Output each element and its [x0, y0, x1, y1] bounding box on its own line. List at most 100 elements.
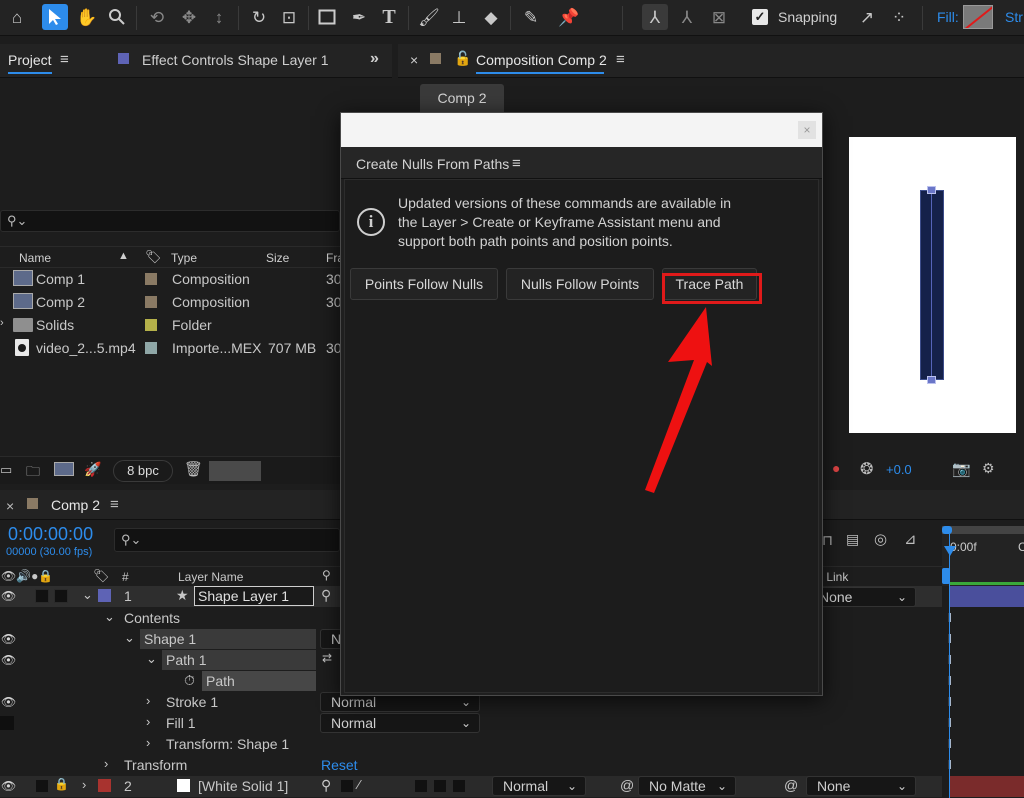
snap-edges-icon[interactable]: ↗: [854, 4, 880, 30]
layer-name[interactable]: [White Solid 1]: [198, 778, 288, 794]
chevron-down-icon[interactable]: ⌄: [104, 609, 115, 625]
anchor-point-tool-icon[interactable]: ⊡: [276, 4, 302, 30]
chevron-right-icon[interactable]: ›: [146, 714, 150, 729]
playhead-handle[interactable]: [944, 546, 956, 556]
project-search-input[interactable]: ⚲⌄: [0, 210, 340, 232]
project-item-row[interactable]: › Solids Folder: [0, 314, 340, 337]
path-vertex-handle[interactable]: [927, 376, 936, 384]
motion-blur-switch[interactable]: [452, 779, 466, 793]
eraser-icon[interactable]: ◆: [478, 4, 504, 30]
label-tag-icon[interactable]: 🏷: [93, 568, 110, 584]
puppet-pin-icon[interactable]: 📌: [556, 4, 582, 30]
current-timecode[interactable]: 0:00:00:00: [8, 524, 93, 545]
track-matte-dropdown[interactable]: No Matte ⌄: [638, 776, 736, 796]
project-item-row[interactable]: Comp 1 Composition 30: [0, 268, 342, 291]
chevron-down-icon[interactable]: ⌄: [124, 630, 135, 646]
property-row[interactable]: › Fill 1 Normal ⌄: [0, 713, 942, 734]
orbit-camera-icon[interactable]: ⟲: [144, 4, 170, 30]
thumbnail-transparency-grid[interactable]: [209, 461, 261, 481]
eye-icon[interactable]: 👁: [1, 589, 16, 603]
chevron-right-icon[interactable]: ›: [82, 777, 86, 792]
property-row[interactable]: › Transform: Shape 1: [0, 734, 942, 755]
lock-icon[interactable]: 🔒: [54, 777, 69, 791]
dolly-camera-icon[interactable]: ↕: [206, 4, 232, 30]
selection-tool-icon[interactable]: [42, 4, 68, 30]
interpret-footage-icon[interactable]: ▭: [0, 462, 12, 478]
audio-toggle[interactable]: [35, 779, 49, 793]
layer-duration-bar[interactable]: [950, 776, 1024, 797]
motion-blur-icon[interactable]: ◎: [874, 530, 887, 548]
eye-icon[interactable]: 👁: [1, 632, 16, 646]
label-swatch[interactable]: [145, 342, 157, 354]
eye-icon[interactable]: 👁: [1, 779, 16, 793]
shy-switch-icon[interactable]: ⚲: [321, 777, 331, 794]
solo-toggle[interactable]: [54, 589, 68, 603]
frame-blending-icon[interactable]: ▤: [846, 531, 859, 548]
hand-tool-icon[interactable]: ✋: [74, 4, 100, 30]
playhead-line[interactable]: [949, 534, 950, 798]
label-swatch[interactable]: [145, 319, 157, 331]
chevron-down-icon[interactable]: ⌄: [82, 587, 93, 603]
reset-link[interactable]: Reset: [321, 757, 358, 773]
layer-duration-bar[interactable]: [950, 586, 1024, 607]
tab-project[interactable]: Project: [8, 52, 52, 68]
parent-dropdown[interactable]: None ⌄: [806, 776, 916, 796]
panel-overflow-icon[interactable]: »: [370, 50, 379, 68]
label-tag-icon[interactable]: 🏷: [145, 249, 162, 265]
layer-mode-dropdown[interactable]: Normal ⌄: [492, 776, 586, 796]
home-icon[interactable]: ⌂: [4, 4, 30, 30]
close-tab-icon[interactable]: ×: [6, 498, 14, 514]
column-layer-name[interactable]: Layer Name: [178, 570, 243, 584]
snapping-checkbox[interactable]: ✓: [752, 9, 768, 25]
column-size[interactable]: Size: [266, 251, 289, 265]
path-direction-icon[interactable]: ⇄: [322, 651, 332, 665]
snapshot-camera-icon[interactable]: 📷: [952, 460, 971, 478]
shy-switch-icon[interactable]: ⚲: [321, 587, 331, 604]
property-shape1[interactable]: Shape 1: [140, 629, 316, 649]
points-follow-nulls-button[interactable]: Points Follow Nulls: [350, 268, 498, 300]
new-folder-icon[interactable]: 🗀: [26, 461, 40, 485]
pan-camera-icon[interactable]: ✥: [176, 4, 202, 30]
tab-timeline-comp[interactable]: Comp 2: [51, 497, 100, 513]
local-axis-icon[interactable]: ⅄: [642, 4, 668, 30]
brush-tool-icon[interactable]: 🖌: [416, 4, 442, 30]
project-item-row[interactable]: video_2...5.mp4 Importe...MEX 707 MB 30: [0, 337, 342, 360]
label-swatch[interactable]: [145, 296, 157, 308]
parent-dropdown[interactable]: None ⌄: [808, 587, 916, 607]
shape-rectangle[interactable]: [920, 190, 944, 380]
path-vertex-handle[interactable]: [927, 186, 936, 194]
rectangle-tool-icon[interactable]: [314, 4, 340, 30]
bit-depth-button[interactable]: 8 bpc: [113, 460, 173, 482]
rotate-tool-icon[interactable]: ↻: [246, 4, 272, 30]
chevron-right-icon[interactable]: ›: [146, 693, 150, 708]
show-snapshot-icon[interactable]: ⚙: [982, 460, 995, 477]
property-path[interactable]: Path: [202, 671, 316, 691]
panel-menu-icon[interactable]: ≡: [512, 155, 521, 172]
exposure-value[interactable]: +0.0: [886, 462, 912, 477]
chevron-right-icon[interactable]: ›: [104, 756, 108, 771]
work-area-bar[interactable]: [942, 526, 1024, 534]
preserve-transparency-icon[interactable]: @: [620, 777, 634, 793]
new-composition-icon[interactable]: [54, 462, 74, 476]
column-name[interactable]: Name: [19, 251, 51, 265]
column-type[interactable]: Type: [171, 251, 197, 265]
tab-effect-controls[interactable]: Effect Controls Shape Layer 1: [142, 52, 329, 68]
trace-path-button[interactable]: Trace Path: [662, 268, 757, 300]
lock-icon[interactable]: 🔓: [454, 50, 471, 67]
clone-stamp-icon[interactable]: ⊥: [446, 4, 472, 30]
color-channels-icon[interactable]: ●: [832, 460, 840, 476]
tab-composition[interactable]: Composition Comp 2: [476, 52, 607, 68]
composition-canvas[interactable]: [849, 137, 1016, 433]
snap-features-icon[interactable]: ⁘: [886, 4, 912, 30]
audio-toggle[interactable]: [35, 589, 49, 603]
layer-row[interactable]: 👁 🔒 › 2 [White Solid 1] ⚲ ∕ Normal ⌄ @ No…: [0, 776, 942, 797]
work-area-start-handle[interactable]: [942, 526, 952, 534]
panel-menu-icon[interactable]: ≡: [60, 51, 69, 68]
quality-switch-icon[interactable]: ∕: [358, 777, 360, 792]
eye-icon[interactable]: 👁: [1, 653, 16, 667]
panel-menu-icon[interactable]: ≡: [616, 51, 625, 68]
graph-editor-icon[interactable]: ⊿: [904, 530, 917, 548]
layer-name-field[interactable]: Shape Layer 1: [194, 586, 314, 606]
pickwhip-icon[interactable]: @: [784, 777, 798, 793]
view-axis-icon[interactable]: ⊠: [706, 4, 732, 30]
